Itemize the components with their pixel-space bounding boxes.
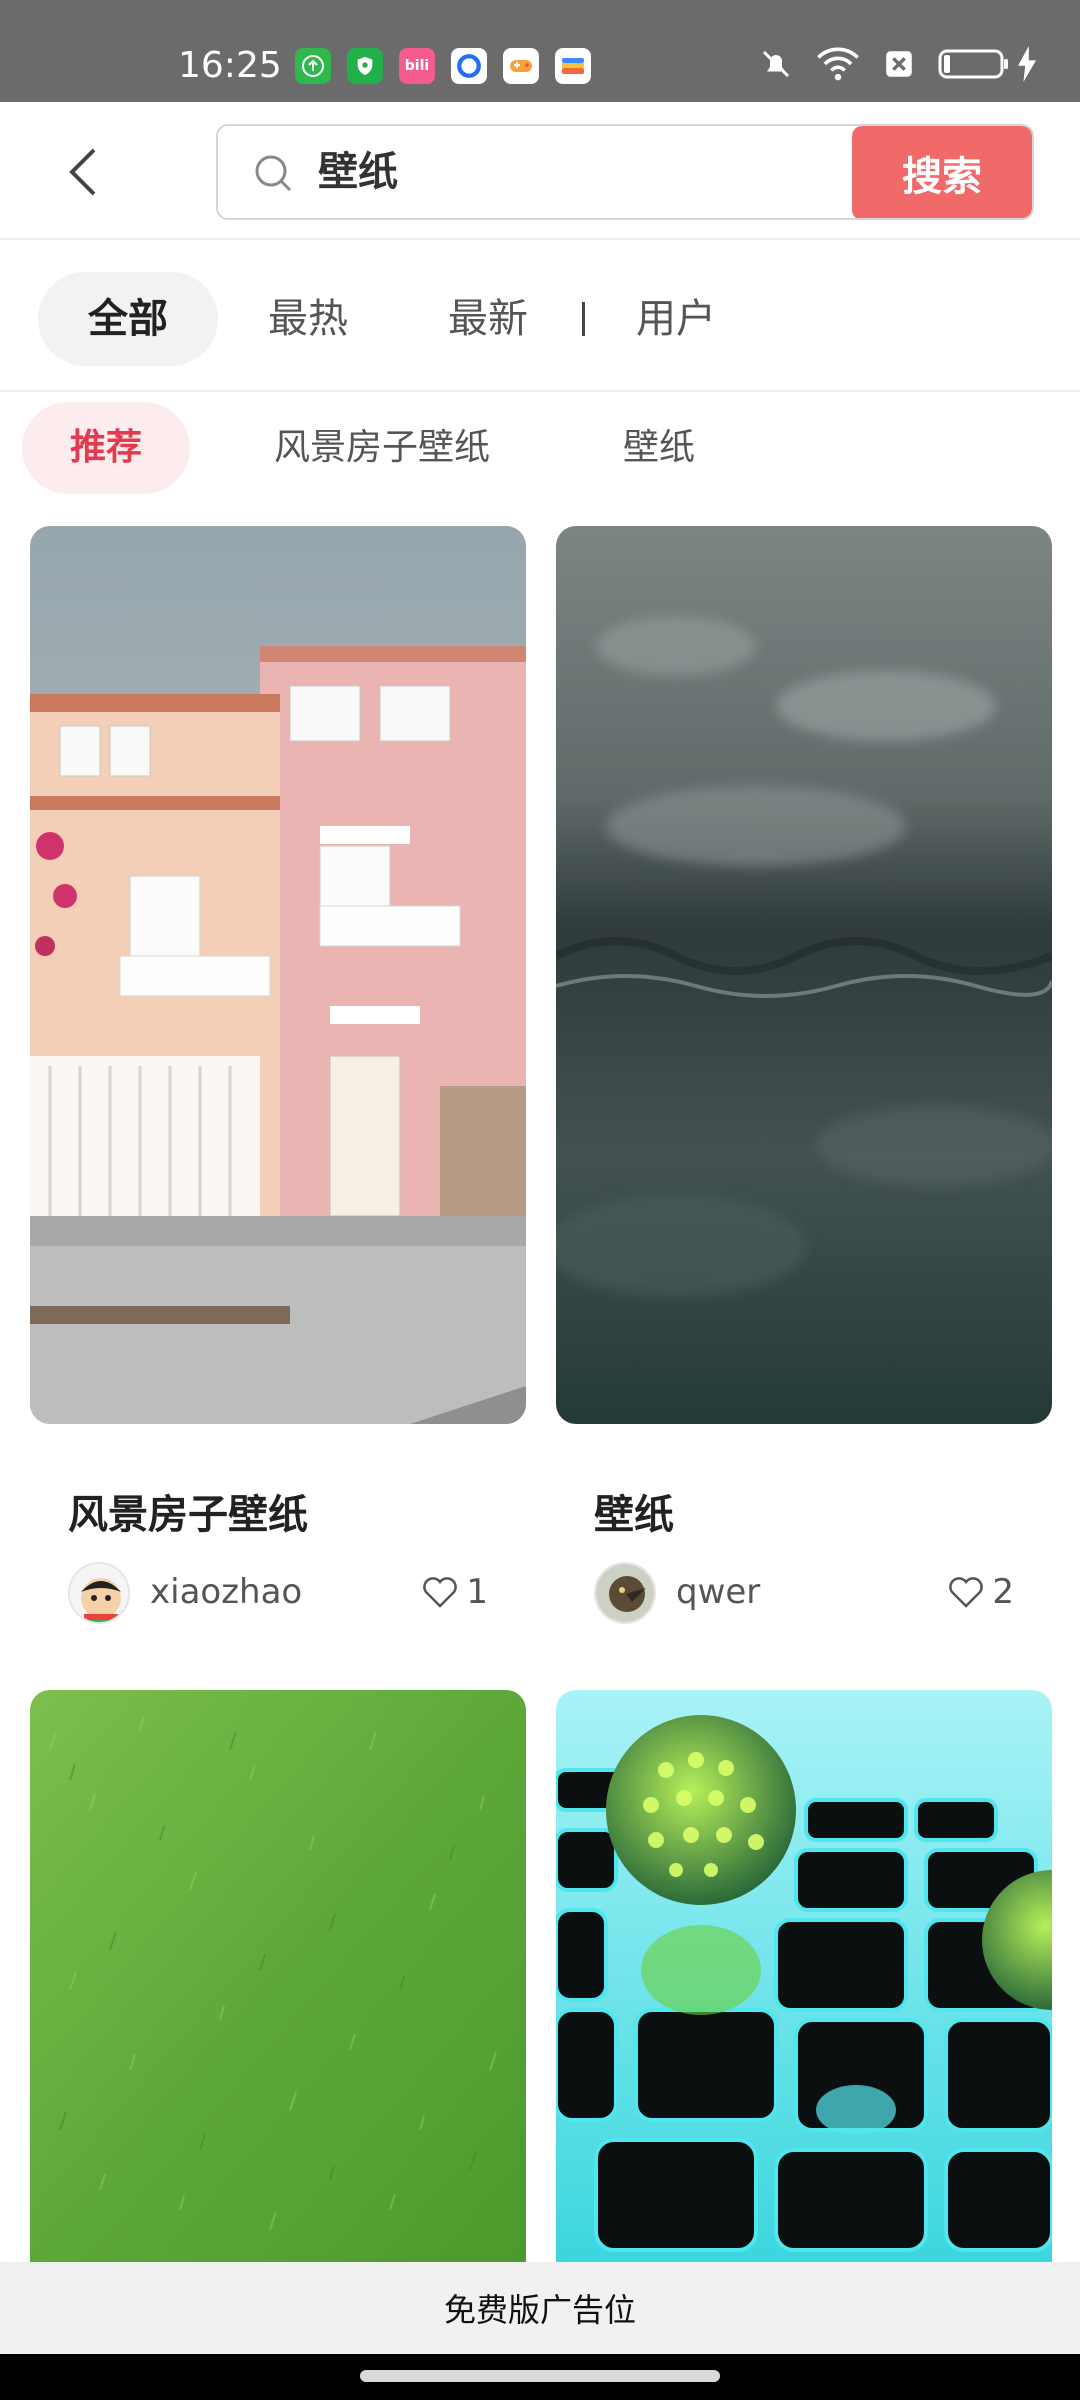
pink-house-photo[interactable] [30,526,526,1424]
wallpaper-card[interactable] [30,1690,526,2262]
game-app-icon [503,48,539,84]
status-bar: 16:25 bili [0,0,1080,102]
search-button[interactable]: 搜索 [852,126,1032,218]
status-right-icons [758,46,1038,82]
status-time: 16:25 [178,45,282,86]
search-input[interactable]: 壁纸 [318,144,398,200]
wallet-app-icon [555,48,591,84]
grass-photo[interactable] [30,1690,526,2262]
subtab-recommended[interactable]: 推荐 [22,402,190,494]
wifi-icon [816,46,860,82]
search-icon [255,155,292,192]
like-button[interactable]: 2 [948,1572,1014,1612]
upload-app-icon [295,48,331,84]
bilibili-app-icon: bili [399,48,435,84]
filter-tabs: 全部 最热 最新 用户 [0,240,1080,392]
chevron-left-icon [69,148,96,196]
wallpaper-card[interactable]: 壁纸 qwer 2 [556,526,1052,1636]
heart-icon [949,1577,984,1608]
glowing-spheres-render[interactable] [556,1690,1052,2262]
topic-tabs: 推荐 风景房子壁纸 壁纸 [0,394,1080,514]
tab-all[interactable]: 全部 [38,272,218,366]
like-count: 1 [466,1572,488,1612]
tab-hottest[interactable]: 最热 [218,272,398,366]
home-indicator[interactable] [360,2370,720,2382]
wallpaper-card[interactable]: 风景房子壁纸 xiaozhao 1 [30,526,526,1636]
status-app-icons: bili [295,48,591,84]
like-count: 2 [992,1572,1014,1612]
tab-newest[interactable]: 最新 [398,272,578,366]
subtab-wallpaper[interactable]: 壁纸 [600,402,718,494]
bird-avatar[interactable] [594,1562,656,1624]
cartoon-boy-avatar[interactable] [68,1562,130,1624]
battery-icon [938,47,1010,81]
author-name[interactable]: xiaozhao [150,1570,302,1614]
card-title[interactable]: 风景房子壁纸 [68,1482,308,1540]
tab-users[interactable]: 用户 [596,272,756,366]
like-button[interactable]: 1 [422,1572,488,1612]
subtab-house-wallpaper[interactable]: 风景房子壁纸 [250,402,514,494]
browser-app-icon [451,48,487,84]
heart-icon [423,1577,458,1608]
textured-surface-photo[interactable] [556,526,1052,1424]
tab-divider [582,302,585,336]
wallpaper-card[interactable] [556,1690,1052,2262]
back-button[interactable] [52,142,112,202]
card-meta: qwer 2 [594,1562,1014,1624]
charging-icon [1016,46,1038,82]
search-header: 壁纸 搜索 [0,102,1080,240]
author-name[interactable]: qwer [676,1570,760,1614]
system-nav-bar [0,2354,1080,2400]
card-title[interactable]: 壁纸 [594,1482,674,1540]
ad-banner[interactable]: 免费版广告位 [0,2262,1080,2354]
bell-muted-icon [758,46,794,82]
card-meta: xiaozhao 1 [68,1562,488,1624]
shield-app-icon [347,48,383,84]
search-box: 壁纸 搜索 [216,124,1034,220]
sim-off-icon [882,47,916,81]
